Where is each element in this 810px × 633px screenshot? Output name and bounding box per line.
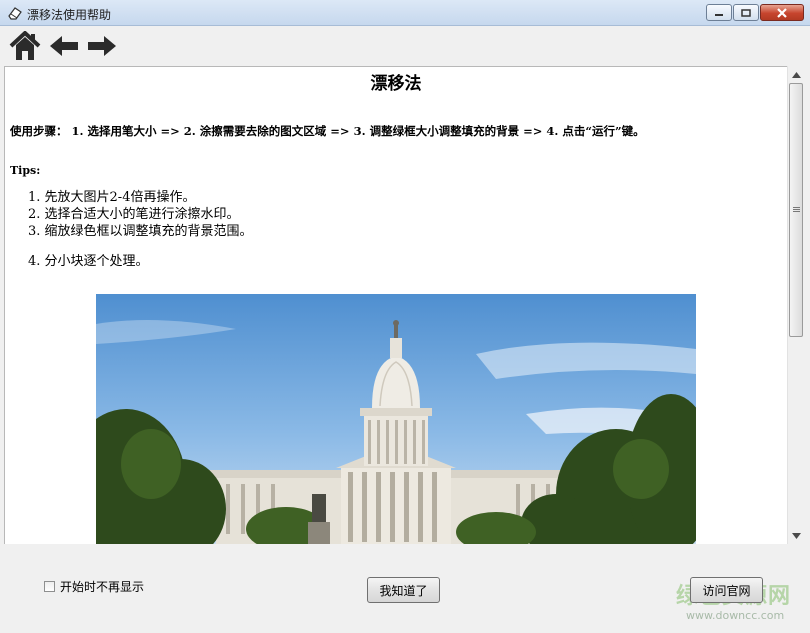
visit-website-button[interactable]: 访问官网 [690,577,763,603]
close-icon [777,7,787,18]
vertical-scrollbar[interactable] [787,66,804,544]
list-item: 3. 缩放绿色框以调整填充的背景范围。 [28,224,253,239]
home-button[interactable] [8,29,42,63]
tips-label: Tips: [10,164,41,177]
scroll-thumb[interactable] [789,83,803,337]
example-photo [96,294,696,544]
checkbox-label[interactable]: 开始时不再显示 [60,578,144,595]
maximize-icon [741,8,751,17]
toolbar [0,26,810,66]
tips-list: 1. 先放大图片2-4倍再操作。 2. 选择合适大小的笔进行涂擦水印。 3. 缩… [28,189,253,270]
window-controls [705,4,804,21]
close-button[interactable] [760,4,804,21]
got-it-button[interactable]: 我知道了 [367,577,440,603]
scroll-down-button[interactable] [788,527,805,544]
footer: 开始时不再显示 我知道了 绿色资源网 访问官网 www.downcc.com [0,544,810,633]
scroll-up-button[interactable] [788,66,805,83]
home-icon [9,31,41,60]
list-item: 1. 先放大图片2-4倍再操作。 [28,190,196,205]
grip-icon [793,207,800,213]
eraser-icon [8,7,22,20]
document-title: 漂移法 [370,74,422,94]
forward-button[interactable] [85,29,119,63]
list-item: 4. 分小块逐个处理。 [28,254,149,269]
chevron-down-icon [792,532,801,539]
dont-show-again-option[interactable]: 开始时不再显示 [44,578,144,595]
title-bar: 漂移法使用帮助 [0,0,810,26]
usage-steps: 使用步骤： 1. 选择用笔大小 => 2. 涂擦需要去除的图文区域 => 3. … [10,124,645,138]
minimize-icon [715,13,723,16]
window-title: 漂移法使用帮助 [27,8,112,22]
chevron-up-icon [792,71,801,78]
help-content[interactable]: 漂移法 使用步骤： 1. 选择用笔大小 => 2. 涂擦需要去除的图文区域 =>… [4,66,787,544]
maximize-button[interactable] [733,4,759,21]
watermark-url: www.downcc.com [686,609,785,622]
minimize-button[interactable] [706,4,732,21]
back-arrow-icon [50,36,78,56]
dont-show-again-checkbox[interactable] [44,581,55,592]
forward-arrow-icon [88,36,116,56]
list-item: 2. 选择合适大小的笔进行涂擦水印。 [28,207,240,222]
back-button[interactable] [47,29,81,63]
